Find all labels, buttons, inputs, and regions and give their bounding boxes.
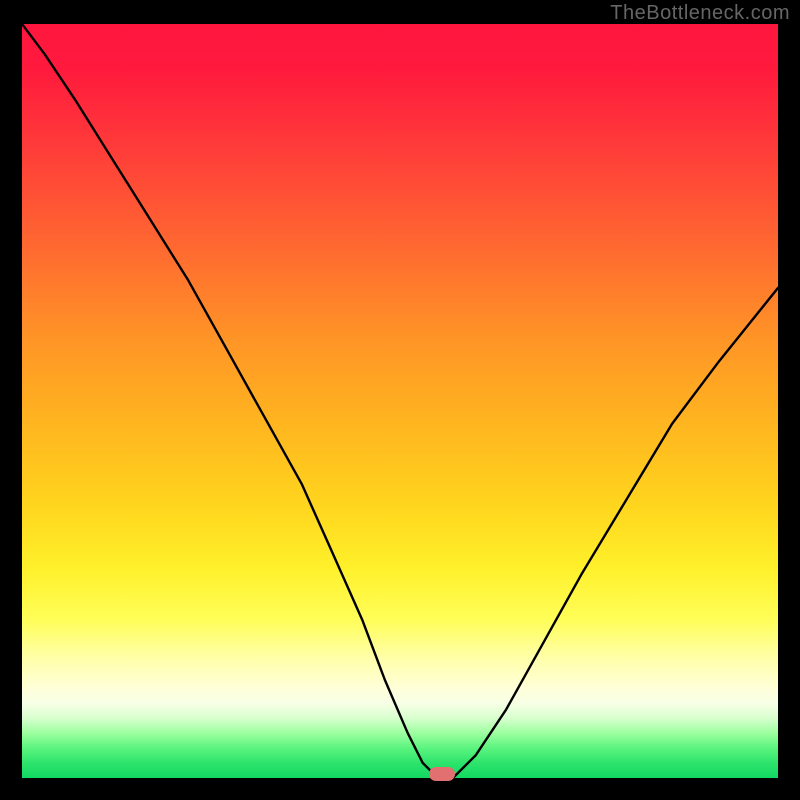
plot-area	[22, 24, 778, 778]
watermark-text: TheBottleneck.com	[610, 2, 790, 25]
optimum-marker	[429, 767, 455, 781]
bottleneck-curve	[22, 24, 778, 778]
chart-stage: TheBottleneck.com	[0, 0, 800, 800]
curve-path	[22, 24, 778, 778]
